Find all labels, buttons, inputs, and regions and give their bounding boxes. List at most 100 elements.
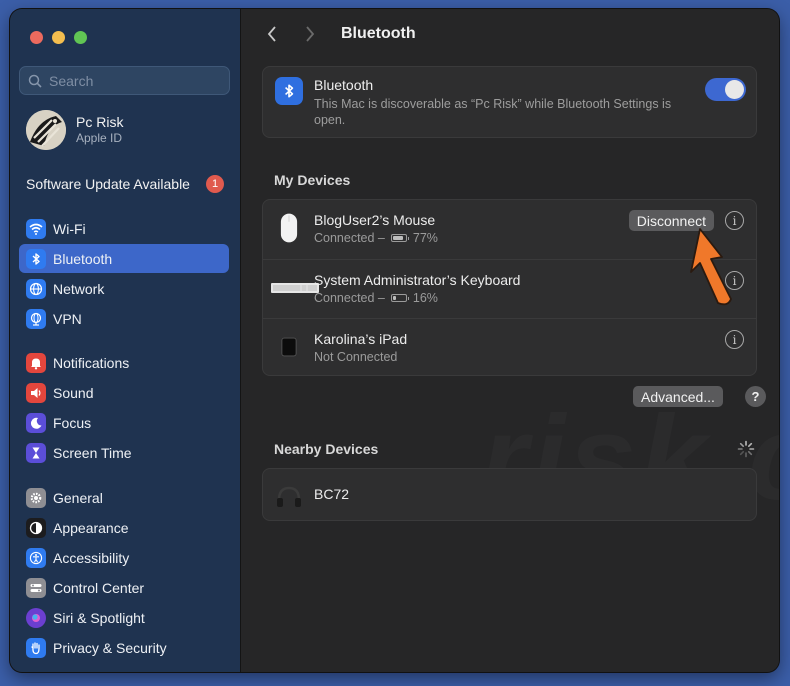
headphones-icon	[273, 478, 305, 514]
page-title: Bluetooth	[341, 25, 416, 42]
device-status: Connected – 16%	[314, 291, 438, 305]
sidebar: Pc Risk Apple ID Software Update Availab…	[10, 9, 241, 672]
bluetooth-toggle[interactable]	[705, 78, 746, 101]
sidebar-item-label: General	[53, 489, 103, 506]
device-row[interactable]: Karolina’s iPad Not Connected i	[263, 318, 756, 377]
battery-fill	[392, 236, 403, 240]
hand-icon	[26, 637, 46, 658]
bluetooth-card: Bluetooth This Mac is discoverable as “P…	[262, 66, 757, 138]
sidebar-item-label: Sound	[53, 384, 94, 401]
back-button[interactable]	[261, 23, 283, 45]
update-count-badge: 1	[206, 175, 224, 193]
sidebar-item-notifications[interactable]: Notifications	[19, 348, 229, 377]
bluetooth-description: This Mac is discoverable as “Pc Risk” wh…	[314, 97, 672, 127]
sidebar-item-label: Network	[53, 280, 105, 297]
chevron-left-icon	[267, 26, 276, 42]
sidebar-item-general[interactable]: General	[19, 483, 229, 512]
info-icon[interactable]: i	[725, 330, 744, 349]
moon-icon	[26, 412, 46, 433]
chevron-right-icon	[306, 26, 315, 42]
wifi-icon	[26, 218, 46, 239]
nearby-devices-list: BC72	[262, 468, 757, 521]
battery-level: 77%	[412, 231, 438, 245]
battery-icon	[390, 294, 409, 302]
sidebar-item-label: Bluetooth	[53, 250, 113, 267]
disconnect-button[interactable]: Disconnect	[628, 210, 714, 231]
sidebar-item-appearance[interactable]: Appearance	[19, 513, 229, 542]
search-icon	[28, 74, 42, 88]
device-name: System Administrator’s Keyboard	[314, 272, 521, 288]
apple-id-account[interactable]: Pc Risk Apple ID	[26, 110, 123, 150]
toggle-knob	[725, 80, 744, 99]
minimize-window-button[interactable]	[52, 31, 65, 44]
device-name: Karolina’s iPad	[314, 331, 408, 347]
device-connection-status: Not Connected	[314, 350, 398, 364]
mouse-icon	[273, 210, 305, 246]
my-devices-heading: My Devices	[274, 172, 351, 188]
device-connection-status: Connected –	[314, 231, 385, 245]
avatar	[26, 110, 66, 150]
account-name: Pc Risk	[76, 114, 124, 130]
sidebar-item-sound[interactable]: Sound	[19, 378, 229, 407]
sidebar-item-label: Notifications	[53, 354, 130, 371]
keyboard-icon	[271, 270, 319, 306]
settings-window: Pc Risk Apple ID Software Update Availab…	[10, 9, 779, 672]
device-name: BlogUser2’s Mouse	[314, 212, 436, 228]
loading-spinner-icon	[737, 440, 755, 458]
software-update-item[interactable]: Software Update Available 1	[26, 175, 224, 193]
sidebar-item-siri-spotlight[interactable]: Siri & Spotlight	[19, 603, 229, 632]
sidebar-item-label: Privacy & Security	[53, 639, 167, 656]
nearby-devices-heading: Nearby Devices	[274, 441, 379, 457]
device-row[interactable]: BlogUser2’s Mouse Connected – 77% Discon…	[263, 200, 756, 259]
info-icon[interactable]: i	[725, 271, 744, 290]
sidebar-item-accessibility[interactable]: Accessibility	[19, 543, 229, 572]
accessibility-icon	[26, 547, 46, 568]
close-window-button[interactable]	[30, 31, 43, 44]
forward-button[interactable]	[299, 23, 321, 45]
bluetooth-label: Bluetooth	[314, 77, 374, 93]
info-icon[interactable]: i	[725, 211, 744, 230]
gear-icon	[26, 487, 46, 508]
device-status: Connected – 77%	[314, 231, 438, 245]
sidebar-item-label: Wi-Fi	[53, 220, 86, 237]
help-button[interactable]: ?	[745, 386, 766, 407]
sidebar-item-label: Focus	[53, 414, 92, 431]
hourglass-icon	[26, 442, 46, 463]
sidebar-item-network[interactable]: Network	[19, 274, 229, 303]
sidebar-item-vpn[interactable]: VPN	[19, 304, 229, 333]
device-status: Not Connected	[314, 350, 397, 364]
sidebar-item-screen-time[interactable]: Screen Time	[19, 438, 229, 467]
sidebar-item-focus[interactable]: Focus	[19, 408, 229, 437]
sidebar-item-label: VPN	[53, 310, 82, 327]
globe-icon	[26, 278, 46, 299]
search-input[interactable]	[49, 72, 209, 89]
sidebar-item-label: Control Center	[53, 579, 145, 596]
software-update-label: Software Update Available	[26, 176, 190, 192]
sidebar-item-bluetooth[interactable]: Bluetooth	[19, 244, 229, 273]
sidebar-item-control-center[interactable]: Control Center	[19, 573, 229, 602]
search-field[interactable]	[19, 66, 230, 95]
device-row[interactable]: System Administrator’s Keyboard Connecte…	[263, 259, 756, 318]
sidebar-item-privacy-security[interactable]: Privacy & Security	[19, 633, 229, 662]
my-devices-list: BlogUser2’s Mouse Connected – 77% Discon…	[262, 199, 757, 376]
account-subtitle: Apple ID	[76, 131, 123, 145]
sidebar-item-wifi[interactable]: Wi-Fi	[19, 214, 229, 243]
siri-icon	[26, 607, 46, 628]
zoom-window-button[interactable]	[74, 31, 87, 44]
bluetooth-icon	[26, 248, 46, 269]
battery-level: 16%	[412, 291, 438, 305]
bell-icon	[26, 352, 46, 373]
battery-icon	[390, 234, 409, 242]
device-row[interactable]: BC72	[263, 469, 756, 522]
device-name: BC72	[314, 486, 350, 502]
device-connection-status: Connected –	[314, 291, 385, 305]
window-controls	[30, 31, 87, 44]
speaker-icon	[26, 382, 46, 403]
sidebar-item-label: Siri & Spotlight	[53, 609, 145, 626]
main-content: risk.com Bluetooth Bluetooth This Mac is…	[241, 9, 779, 672]
ipad-icon	[273, 329, 305, 365]
appearance-icon	[26, 517, 46, 538]
vpn-globe-icon	[26, 308, 46, 329]
advanced-button[interactable]: Advanced...	[633, 386, 723, 407]
sidebar-item-label: Screen Time	[53, 444, 132, 461]
